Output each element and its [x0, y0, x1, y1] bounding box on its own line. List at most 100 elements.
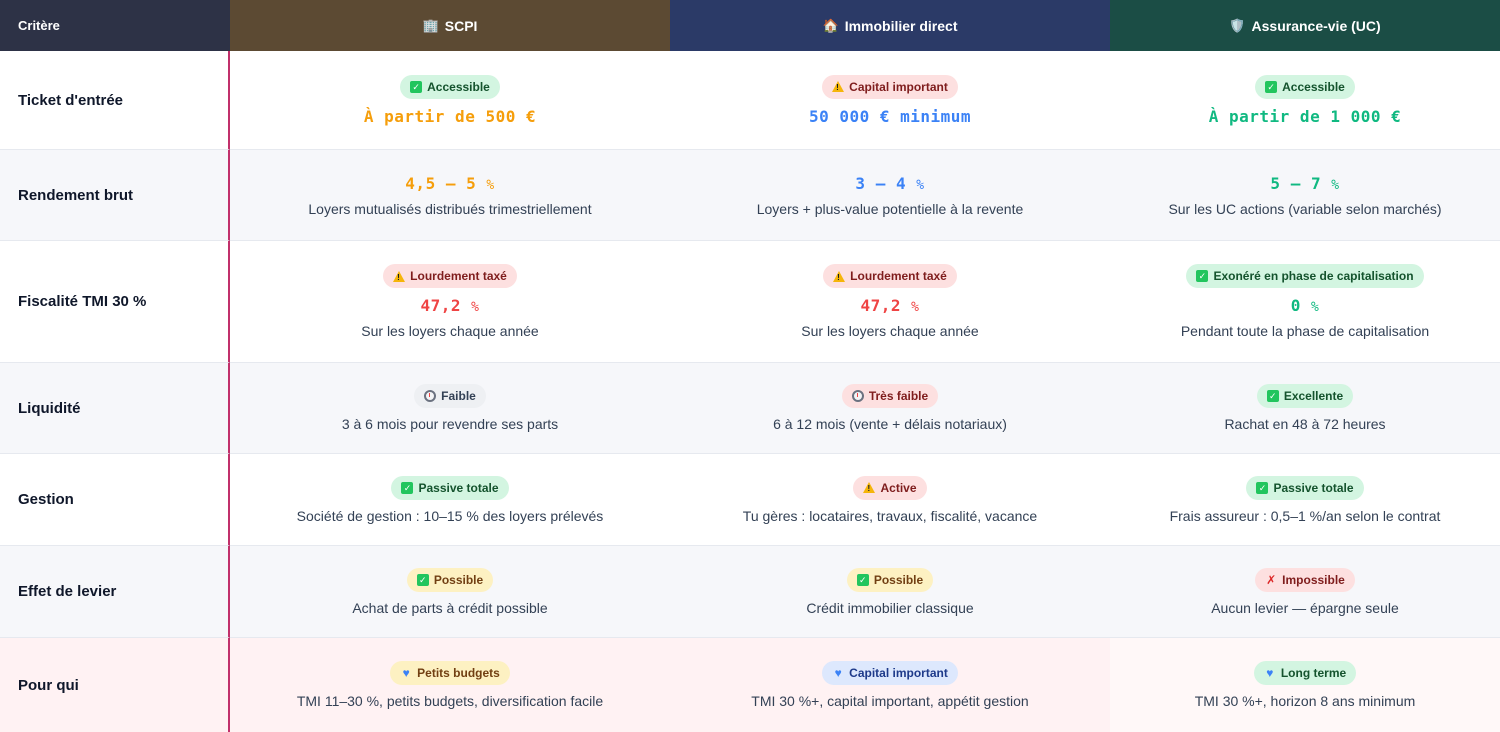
cell-note: Sur les UC actions (variable selon march…	[1168, 200, 1442, 217]
status-badge: ✓ Possible	[406, 567, 494, 592]
cell-note: Loyers + plus-value potentielle à la rev…	[756, 200, 1024, 217]
value-unit: %	[486, 177, 495, 193]
badge-label: Active	[880, 480, 917, 495]
heart-icon: ♥	[402, 666, 410, 680]
cell-value: 47,2 %	[421, 296, 480, 315]
value-unit: %	[1331, 177, 1340, 193]
cell-note: Crédit immobilier classique	[806, 599, 974, 616]
row-label-gestion: Gestion	[0, 454, 230, 546]
cell-value: 47,2 %	[861, 296, 920, 315]
badge-label: Excellente	[1283, 389, 1344, 403]
check-icon: ✓	[1196, 270, 1209, 282]
shield-icon: 🛡️	[1229, 17, 1246, 33]
badge-label: Possible	[873, 572, 924, 587]
status-badge: ✓ Passive totale	[1246, 475, 1364, 500]
row-label-pour-qui: Pour qui	[0, 638, 230, 732]
building-icon: 🏢	[422, 17, 439, 33]
status-badge: ♥ Long terme	[1253, 661, 1357, 685]
table-cell: 5 – 7 % Sur les UC actions (variable sel…	[1110, 150, 1500, 241]
cell-note: Société de gestion : 10–15 % des loyers …	[296, 507, 604, 524]
status-badge: ✗ Impossible	[1255, 567, 1355, 592]
table-cell: ✓ Passive totale Société de gestion : 10–…	[230, 454, 670, 546]
status-badge: Faible	[414, 384, 486, 408]
table-cell: ✓ Possible Crédit immobilier classique	[670, 546, 1110, 638]
status-badge: Lourdement taxé	[823, 264, 957, 288]
table-cell: Active Tu gères : locataires, travaux, f…	[670, 454, 1110, 546]
cell-note: Sur les loyers chaque année	[801, 323, 979, 339]
status-badge: Lourdement taxé	[383, 264, 517, 288]
table-cell: ✓ Exonéré en phase de capitalisation 0 % …	[1110, 241, 1500, 363]
badge-label: Capital important	[849, 79, 948, 94]
table-cell: Capital important 50 000 € minimum	[670, 51, 1110, 150]
badge-label: Très faible	[868, 389, 929, 403]
table-cell: 3 – 4 % Loyers + plus-value potentielle …	[670, 150, 1110, 241]
table-cell: ✓ Accessible À partir de 1 000 €	[1110, 51, 1500, 150]
cell-note: Loyers mutualisés distribués trimestriel…	[308, 200, 592, 217]
cell-note: Achat de parts à crédit possible	[352, 599, 548, 616]
check-icon: ✓	[1265, 80, 1278, 93]
cell-note: Pendant toute la phase de capitalisation	[1180, 323, 1430, 339]
value-unit: %	[916, 177, 925, 193]
status-badge: Capital important	[822, 74, 958, 99]
warning-icon	[832, 81, 845, 94]
cell-note: Tu gères : locataires, travaux, fiscalit…	[742, 507, 1038, 524]
status-badge: Active	[853, 475, 927, 500]
table-cell: ♥ Long terme TMI 30 %+, horizon 8 ans min…	[1110, 638, 1500, 732]
row-label-liquidite: Liquidité	[0, 363, 230, 454]
value-unit: %	[911, 300, 920, 315]
warning-icon	[833, 270, 846, 284]
status-badge: ✓ Accessible	[1255, 74, 1355, 99]
cell-value: À partir de 1 000 €	[1208, 106, 1402, 126]
status-badge: ♥ Capital important	[822, 661, 958, 685]
cell-value: 50 000 € minimum	[808, 106, 972, 126]
value-number: 47,2	[420, 296, 462, 315]
check-icon: ✓	[856, 573, 869, 586]
table-cell: Faible 3 à 6 mois pour revendre ses part…	[230, 363, 670, 454]
badge-label: Petits budgets	[417, 666, 500, 680]
status-badge: ♥ Petits budgets	[390, 661, 510, 685]
cell-value: 4,5 – 5 %	[405, 174, 494, 193]
x-icon: ✗	[1266, 572, 1277, 587]
cell-note: TMI 30 %+, capital important, appétit ge…	[751, 693, 1029, 709]
heart-icon: ♥	[1266, 666, 1274, 680]
cell-note: 6 à 12 mois (vente + délais notariaux)	[773, 416, 1007, 432]
badge-label: Capital important	[849, 666, 948, 680]
cell-note: TMI 11–30 %, petits budgets, diversifica…	[296, 693, 604, 709]
header-immobilier-direct: 🏠 Immobilier direct	[670, 0, 1110, 51]
cell-value: 0 %	[1291, 296, 1320, 315]
row-label-rendement: Rendement brut	[0, 150, 230, 241]
value-number: 47,2	[860, 296, 902, 315]
header-scpi: 🏢 SCPI	[230, 0, 670, 51]
table-cell: Lourdement taxé 47,2 % Sur les loyers ch…	[230, 241, 670, 363]
badge-label: Long terme	[1280, 666, 1347, 680]
status-badge: ✓ Possible	[846, 567, 934, 592]
header-assurance-vie: 🛡️ Assurance-vie (UC)	[1110, 0, 1500, 51]
cell-note: Rachat en 48 à 72 heures	[1224, 416, 1386, 432]
header-immobilier-label: Immobilier direct	[844, 17, 958, 34]
value-number: 3 – 4	[855, 173, 907, 193]
check-icon: ✓	[416, 573, 429, 586]
table-cell: ♥ Capital important TMI 30 %+, capital im…	[670, 638, 1110, 732]
table-cell: Lourdement taxé 47,2 % Sur les loyers ch…	[670, 241, 1110, 363]
table-cell: ✗ Impossible Aucun levier — épargne seule	[1110, 546, 1500, 638]
status-badge: ✓ Accessible	[400, 74, 500, 99]
table-cell: 4,5 – 5 % Loyers mutualisés distribués t…	[230, 150, 670, 241]
timer-icon	[851, 390, 864, 402]
status-badge: Très faible	[841, 384, 939, 408]
cell-note: Frais assureur : 0,5–1 %/an selon le con…	[1169, 507, 1441, 524]
badge-label: Passive totale	[418, 480, 499, 495]
cell-value: 5 – 7 %	[1270, 174, 1339, 193]
table-cell: Très faible 6 à 12 mois (vente + délais …	[670, 363, 1110, 454]
badge-label: Faible	[441, 389, 476, 403]
cell-note: TMI 30 %+, horizon 8 ans minimum	[1194, 693, 1416, 709]
check-icon: ✓	[1256, 481, 1269, 494]
badge-label: Lourdement taxé	[850, 269, 947, 283]
value-number: 0	[1290, 296, 1301, 315]
row-label-ticket: Ticket d'entrée	[0, 51, 230, 150]
value-number: 4,5 – 5	[405, 173, 477, 193]
status-badge: ✓ Exonéré en phase de capitalisation	[1186, 264, 1424, 288]
badge-label: Exonéré en phase de capitalisation	[1213, 269, 1414, 283]
check-icon: ✓	[401, 481, 414, 494]
check-icon: ✓	[410, 80, 423, 93]
table-cell: ✓ Passive totale Frais assureur : 0,5–1 %…	[1110, 454, 1500, 546]
